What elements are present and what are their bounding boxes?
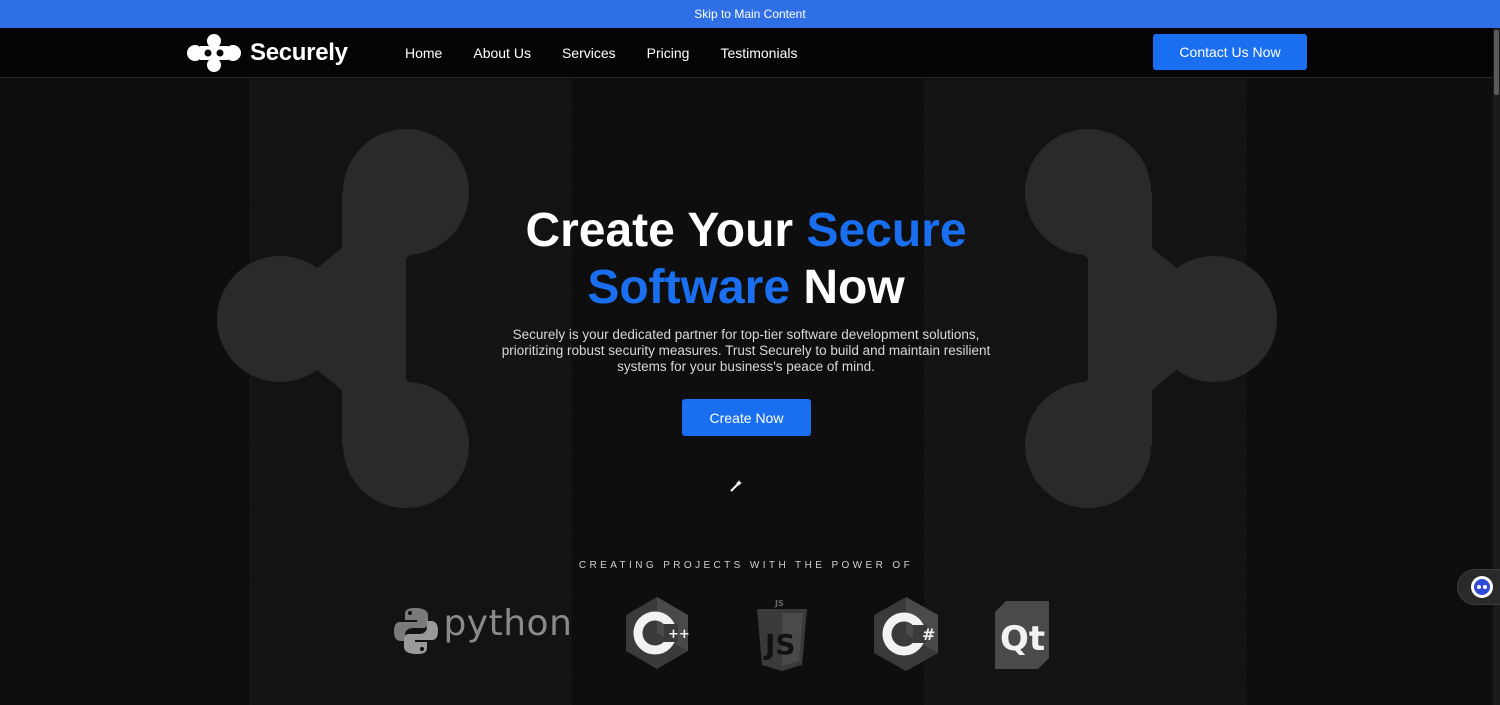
chatbot-icon — [1471, 576, 1493, 598]
decorative-node-shape-right — [1025, 129, 1277, 508]
title-part: Create Your — [525, 204, 807, 257]
hero-title: Create Your Secure Software Now — [446, 202, 1046, 316]
title-part: Now — [790, 261, 905, 314]
nav-about-us[interactable]: About Us — [473, 45, 531, 61]
python-icon: python — [393, 603, 572, 656]
magic-wand-icon — [730, 480, 742, 492]
tech-heading: CREATING PROJECTS WITH THE POWER OF — [578, 560, 914, 571]
svg-text:JS: JS — [774, 599, 784, 608]
contact-us-button[interactable]: Contact Us Now — [1153, 34, 1307, 70]
scrollbar-thumb[interactable] — [1494, 30, 1499, 95]
qt-icon: Qt — [995, 601, 1049, 669]
cpp-icon: ++ — [626, 597, 690, 669]
skip-to-main-link[interactable]: Skip to Main Content — [0, 0, 1500, 28]
bg-column — [0, 79, 250, 705]
top-navbar: Securely Home About Us Services Pricing … — [0, 28, 1493, 78]
svg-text:#: # — [922, 625, 935, 644]
chat-widget-button[interactable] — [1457, 569, 1500, 605]
main-nav: Home About Us Services Pricing Testimoni… — [405, 28, 797, 78]
title-accent: Secure — [806, 204, 967, 257]
csharp-icon: # — [874, 597, 938, 671]
skip-link-label: Skip to Main Content — [694, 7, 806, 21]
svg-text:++: ++ — [668, 627, 690, 642]
python-snake-icon — [394, 607, 438, 654]
svg-text:Qt: Qt — [1000, 619, 1045, 659]
hero-description: Securely is your dedicated partner for t… — [501, 327, 991, 374]
securely-logo-icon — [187, 34, 241, 72]
python-label: python — [443, 603, 573, 644]
javascript-icon: JS JS — [757, 599, 807, 671]
nav-pricing[interactable]: Pricing — [647, 45, 690, 61]
svg-text:JS: JS — [763, 628, 796, 661]
create-now-button[interactable]: Create Now — [682, 399, 811, 436]
brand-name: Securely — [250, 39, 348, 66]
nav-testimonials[interactable]: Testimonials — [720, 45, 797, 61]
bg-column — [1245, 79, 1493, 705]
nav-services[interactable]: Services — [562, 45, 616, 61]
nav-home[interactable]: Home — [405, 45, 442, 61]
hero-section: Create Your Secure Software Now Securely … — [0, 79, 1493, 705]
decorative-node-shape-left — [217, 129, 469, 508]
brand-logo[interactable]: Securely — [186, 34, 348, 72]
title-accent: Software — [587, 261, 791, 314]
